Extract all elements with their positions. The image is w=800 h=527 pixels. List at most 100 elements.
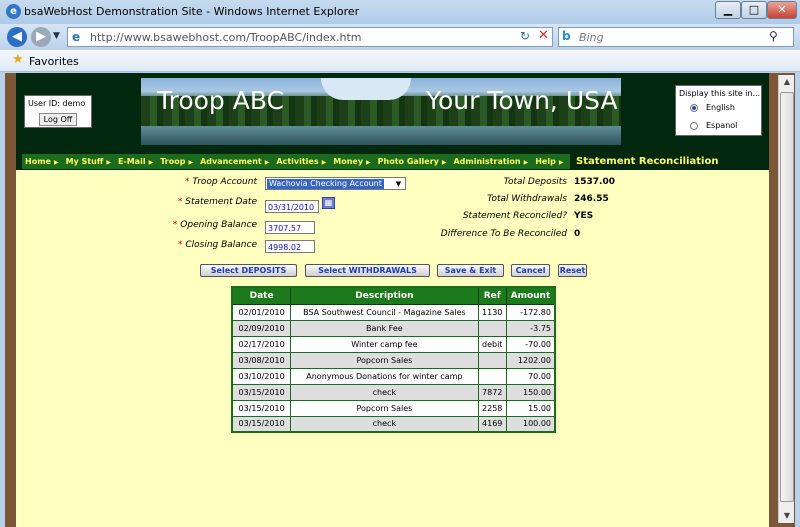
- cell-amount: -70.00: [505, 335, 556, 353]
- radio-espanol[interactable]: [690, 122, 698, 130]
- vertical-scrollbar[interactable]: ▲ ▼: [778, 75, 794, 523]
- cell-description: Popcorn Sales: [290, 351, 479, 369]
- menu-item-advancement[interactable]: Advancement ▶: [197, 154, 273, 169]
- cell-description: check: [290, 383, 479, 401]
- title-bar: e bsaWebHost Demonstration Site - Window…: [0, 0, 800, 24]
- menu-arrow-icon: ▶: [441, 159, 447, 166]
- window-title: bsaWebHost Demonstration Site - Windows …: [24, 5, 360, 18]
- lang-option-espanol[interactable]: Espanol: [706, 121, 737, 130]
- calendar-icon[interactable]: ▦: [322, 197, 335, 209]
- scroll-thumb[interactable]: [780, 92, 794, 502]
- menu-item-photo-gallery[interactable]: Photo Gallery ▶: [375, 154, 451, 169]
- scroll-up-icon[interactable]: ▲: [780, 75, 794, 89]
- menu-item-label[interactable]: Advancement: [200, 157, 262, 166]
- forward-button[interactable]: ▶: [31, 27, 51, 47]
- menu-item-label[interactable]: My Stuff: [66, 157, 104, 166]
- menu-item-e-mail[interactable]: E-Mail ▶: [115, 154, 157, 169]
- refresh-icon[interactable]: ↻: [520, 29, 530, 43]
- closing-balance-input[interactable]: 4998.02: [265, 240, 315, 253]
- favorites-star-icon[interactable]: ★: [12, 52, 24, 67]
- cell-date: 03/10/2010: [231, 367, 292, 385]
- menu-item-label[interactable]: Activities: [276, 157, 318, 166]
- favorites-button[interactable]: Favorites: [29, 55, 79, 68]
- reset-button[interactable]: Reset: [558, 264, 587, 277]
- menu-item-activities[interactable]: Activities ▶: [273, 154, 330, 169]
- menu-item-administration[interactable]: Administration ▶: [450, 154, 532, 169]
- search-placeholder[interactable]: Bing: [579, 31, 604, 44]
- opening-balance-label: * Opening Balance: [172, 220, 257, 230]
- banner-water: [141, 126, 621, 145]
- cell-ref: [477, 319, 507, 337]
- table-row[interactable]: 03/10/2010 Anonymous Donations for winter…: [231, 367, 556, 385]
- menu-item-label[interactable]: E-Mail: [118, 157, 146, 166]
- select-deposits-button[interactable]: Select DEPOSITS: [200, 264, 297, 277]
- troop-account-value[interactable]: Wachovia Checking Account: [267, 179, 384, 189]
- cell-ref: [477, 351, 507, 369]
- menu-item-label[interactable]: Administration: [453, 157, 520, 166]
- search-box[interactable]: b Bing ⚲: [558, 27, 794, 47]
- table-row[interactable]: 02/17/2010 Winter camp fee debit -70.00: [231, 335, 556, 353]
- language-selector: Display this site in... English Espanol: [675, 85, 762, 136]
- table-row[interactable]: 03/08/2010 Popcorn Sales 1202.00: [231, 351, 556, 369]
- cancel-button[interactable]: Cancel: [511, 264, 550, 277]
- bing-logo-icon: b: [562, 29, 571, 43]
- page-viewport: User ID: demo Log Off Troop ABC Your Tow…: [5, 73, 795, 527]
- stop-icon[interactable]: ✕: [538, 28, 549, 43]
- table-row[interactable]: 03/15/2010 check 4169 100.00: [231, 415, 556, 433]
- closing-balance-label: * Closing Balance: [177, 240, 257, 250]
- maximize-button[interactable]: □: [741, 1, 767, 19]
- total-withdrawals-label: Total Withdrawals: [487, 194, 567, 204]
- scroll-down-icon[interactable]: ▼: [780, 509, 794, 523]
- menu-item-money[interactable]: Money ▶: [330, 154, 374, 169]
- menu-item-label[interactable]: Troop: [160, 157, 185, 166]
- table-header-row: Date Description Ref Amount: [231, 286, 556, 305]
- banner-troop-name: Troop ABC: [157, 86, 285, 115]
- table-row[interactable]: 02/09/2010 Bank Fee -3.75: [231, 319, 556, 337]
- menu-item-home[interactable]: Home ▶: [22, 154, 63, 169]
- minimize-button[interactable]: ▁: [715, 1, 741, 19]
- cell-date: 02/17/2010: [231, 335, 292, 353]
- radio-english[interactable]: [690, 104, 698, 112]
- search-icon[interactable]: ⚲: [769, 29, 778, 43]
- cell-description: Winter camp fee: [290, 335, 479, 353]
- statement-reconciled-value: YES: [574, 211, 594, 221]
- menu-item-label[interactable]: Help: [535, 157, 556, 166]
- page-title: Statement Reconciliation: [576, 156, 719, 167]
- menu-arrow-icon: ▶: [106, 159, 111, 166]
- table-row[interactable]: 03/15/2010 Popcorn Sales 2258 15.00: [231, 399, 556, 417]
- cell-ref: debit: [477, 335, 507, 353]
- cell-description: Popcorn Sales: [290, 399, 479, 417]
- menu-item-label[interactable]: Home: [25, 157, 51, 166]
- statement-date-input[interactable]: 03/31/2010: [265, 200, 319, 213]
- lang-option-english[interactable]: English: [706, 103, 735, 112]
- menu-item-my-stuff[interactable]: My Stuff ▶: [63, 154, 115, 169]
- back-button[interactable]: ◀: [7, 27, 27, 47]
- close-button[interactable]: ✕: [767, 1, 797, 19]
- col-amount-header: Amount: [505, 286, 556, 305]
- recent-pages-dropdown-icon[interactable]: ▼: [53, 31, 60, 41]
- cell-date: 02/01/2010: [231, 303, 292, 321]
- table-row[interactable]: 03/15/2010 check 7872 150.00: [231, 383, 556, 401]
- log-off-button[interactable]: Log Off: [39, 113, 77, 126]
- cell-amount: -3.75: [505, 319, 556, 337]
- cell-amount: -172.80: [505, 303, 556, 321]
- transactions-table: Date Description Ref Amount 02/01/2010 BS…: [231, 286, 556, 433]
- troop-account-select[interactable]: Wachovia Checking Account ▼: [265, 177, 406, 190]
- address-field[interactable]: e http://www.bsawebhost.com/TroopABC/ind…: [67, 27, 553, 47]
- total-deposits-label: Total Deposits: [503, 177, 567, 187]
- troop-account-label: * Troop Account: [185, 177, 257, 187]
- cell-amount: 1202.00: [505, 351, 556, 369]
- opening-balance-input[interactable]: 3707.57: [265, 221, 315, 234]
- chevron-down-icon[interactable]: ▼: [393, 179, 404, 189]
- cell-date: 03/15/2010: [231, 399, 292, 417]
- menu-item-label[interactable]: Money: [333, 157, 363, 166]
- select-withdrawals-button[interactable]: Select WITHDRAWALS: [305, 264, 430, 277]
- menu-item-help[interactable]: Help ▶: [532, 154, 567, 169]
- save-exit-button[interactable]: Save & Exit: [437, 264, 504, 277]
- cell-amount: 15.00: [505, 399, 556, 417]
- url-text[interactable]: http://www.bsawebhost.com/TroopABC/index…: [90, 31, 362, 44]
- menu-arrow-icon: ▶: [188, 159, 194, 166]
- table-row[interactable]: 02/01/2010 BSA Southwest Council - Magazi…: [231, 303, 556, 321]
- menu-item-label[interactable]: Photo Gallery: [378, 157, 439, 166]
- menu-item-troop[interactable]: Troop ▶: [157, 154, 197, 169]
